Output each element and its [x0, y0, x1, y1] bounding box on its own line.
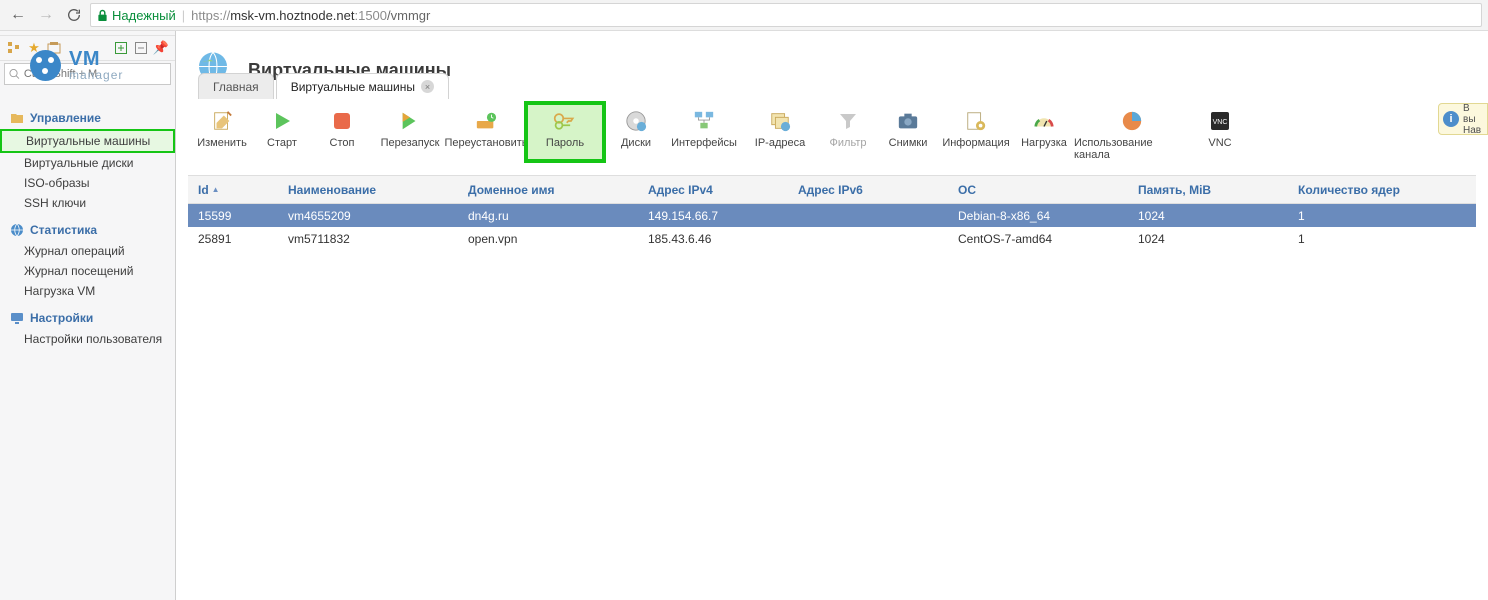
cell-mem: 1024: [1128, 204, 1288, 227]
secure-badge: Надежный: [97, 8, 176, 23]
cell-cores: 1: [1288, 204, 1476, 227]
disk-icon: [624, 109, 648, 133]
logo[interactable]: VM manager: [30, 49, 123, 81]
col-name[interactable]: Наименование: [278, 176, 458, 203]
cell-os: CentOS-7-amd64: [948, 227, 1128, 250]
tb-snaps[interactable]: Снимки: [878, 105, 938, 153]
vm-table: Id▲ Наименование Доменное имя Адрес IPv4…: [188, 175, 1476, 250]
cell-id: 25891: [188, 227, 278, 250]
tab-label: Главная: [213, 80, 259, 94]
cell-os: Debian-8-x86_64: [948, 204, 1128, 227]
cell-ipv4: 149.154.66.7: [638, 204, 788, 227]
col-ipv4[interactable]: Адрес IPv4: [638, 176, 788, 203]
pie-icon: [1120, 109, 1144, 133]
sort-asc-icon: ▲: [212, 185, 220, 194]
monitor-icon: [10, 311, 24, 325]
cell-cores: 1: [1288, 227, 1476, 250]
sidebar: ★ 📌 Управление Виртуальные машины Виртуа…: [0, 31, 176, 600]
tabs: Главная Виртуальные машины ×: [198, 73, 451, 99]
tab[interactable]: Виртуальные машины ×: [276, 73, 449, 99]
tb-ifaces[interactable]: Интерфейсы: [666, 105, 742, 153]
lock-icon: [97, 9, 108, 22]
tb-disks[interactable]: Диски: [606, 105, 666, 153]
col-cores[interactable]: Количество ядер: [1288, 176, 1476, 203]
reload-icon: [66, 7, 82, 23]
sidebar-section-stats[interactable]: Статистика: [0, 219, 175, 241]
filter-icon: [836, 109, 860, 133]
col-id[interactable]: Id▲: [188, 176, 278, 203]
close-icon[interactable]: ×: [421, 80, 434, 93]
sidebar-item-disks[interactable]: Виртуальные диски: [0, 153, 175, 173]
col-mem[interactable]: Память, MiB: [1128, 176, 1288, 203]
cell-ipv4: 185.43.6.46: [638, 227, 788, 250]
key-icon: [553, 109, 577, 133]
svg-text:VNC: VNC: [1213, 119, 1228, 126]
secure-label: Надежный: [112, 8, 176, 23]
info-gear-icon: [964, 109, 988, 133]
logo-icon: [30, 50, 61, 81]
tb-password[interactable]: Пароль: [524, 101, 606, 163]
folder-icon: [10, 111, 24, 125]
edit-icon: [210, 109, 234, 133]
reload-button[interactable]: [62, 3, 86, 27]
cell-name: vm4655209: [278, 204, 458, 227]
browser-bar: ← → Надежный | https://msk-vm.hoztnode.n…: [0, 0, 1488, 31]
vnc-icon: VNC: [1208, 109, 1232, 133]
cell-id: 15599: [188, 204, 278, 227]
tb-vnc[interactable]: VNCVNC: [1190, 105, 1250, 153]
sidebar-item-visits[interactable]: Журнал посещений: [0, 261, 175, 281]
cell-ipv6: [788, 204, 948, 227]
tab-label: Виртуальные машины: [291, 80, 415, 94]
play-icon: [270, 109, 294, 133]
cell-domain: dn4g.ru: [458, 204, 638, 227]
forward-button[interactable]: →: [34, 3, 58, 27]
main: i В выНав Виртуальные машины Изменить Ст…: [176, 31, 1488, 600]
network-icon: [692, 109, 716, 133]
sidebar-item-usersettings[interactable]: Настройки пользователя: [0, 329, 175, 349]
sidebar-section-settings[interactable]: Настройки: [0, 307, 175, 329]
tab[interactable]: Главная: [198, 73, 274, 99]
back-button[interactable]: ←: [6, 3, 30, 27]
tb-load[interactable]: Нагрузка: [1014, 105, 1074, 153]
header: VM manager Главная Виртуальные машины ×: [0, 31, 1488, 99]
camera-icon: [896, 109, 920, 133]
reinstall-icon: [474, 109, 498, 133]
url: https://msk-vm.hoztnode.net:1500/vmmgr: [191, 8, 430, 23]
cell-ipv6: [788, 227, 948, 250]
tb-stop[interactable]: Стоп: [312, 105, 372, 153]
cell-name: vm5711832: [278, 227, 458, 250]
tb-reinstall[interactable]: Переустановить: [448, 105, 524, 153]
sidebar-section-management[interactable]: Управление: [0, 107, 175, 129]
ip-icon: [768, 109, 792, 133]
restart-icon: [398, 109, 422, 133]
gauge-icon: [1032, 109, 1056, 133]
address-bar[interactable]: Надежный | https://msk-vm.hoztnode.net:1…: [90, 3, 1482, 27]
tb-ips[interactable]: IP-адреса: [742, 105, 818, 153]
col-ipv6[interactable]: Адрес IPv6: [788, 176, 948, 203]
globe-icon: [10, 223, 24, 237]
hint-box[interactable]: i В выНав: [1438, 103, 1488, 135]
stop-icon: [330, 109, 354, 133]
tb-edit[interactable]: Изменить: [192, 105, 252, 153]
sidebar-item-vms[interactable]: Виртуальные машины: [0, 129, 175, 153]
col-os[interactable]: OC: [948, 176, 1128, 203]
sidebar-item-oplog[interactable]: Журнал операций: [0, 241, 175, 261]
table-header: Id▲ Наименование Доменное имя Адрес IPv4…: [188, 176, 1476, 204]
tb-restart[interactable]: Перезапуск: [372, 105, 448, 153]
sidebar-item-load[interactable]: Нагрузка VM: [0, 281, 175, 301]
info-icon: i: [1443, 111, 1459, 127]
tb-channel[interactable]: Использование канала: [1074, 105, 1190, 165]
toolbar: Изменить Старт Стоп Перезапуск Переустан…: [176, 99, 1488, 169]
sidebar-item-ssh[interactable]: SSH ключи: [0, 193, 175, 213]
col-domain[interactable]: Доменное имя: [458, 176, 638, 203]
table-row[interactable]: 25891vm5711832open.vpn185.43.6.46 CentOS-…: [188, 227, 1476, 250]
cell-domain: open.vpn: [458, 227, 638, 250]
tb-filter[interactable]: Фильтр: [818, 105, 878, 153]
tb-info[interactable]: Информация: [938, 105, 1014, 153]
cell-mem: 1024: [1128, 227, 1288, 250]
tb-start[interactable]: Старт: [252, 105, 312, 153]
sidebar-item-iso[interactable]: ISO-образы: [0, 173, 175, 193]
table-row[interactable]: 15599vm4655209dn4g.ru149.154.66.7 Debian-…: [188, 204, 1476, 227]
